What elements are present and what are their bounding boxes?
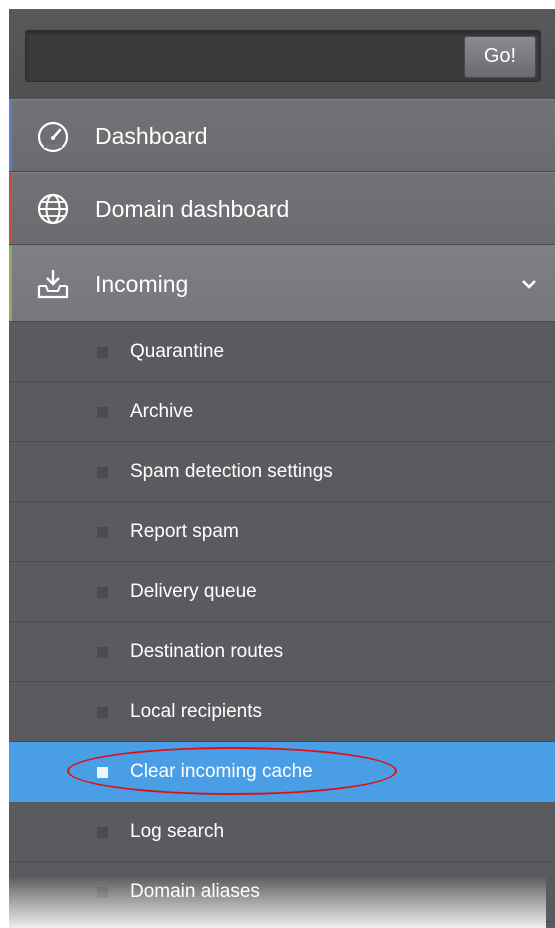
- nav-item-label: Dashboard: [95, 123, 208, 149]
- nav-item-dashboard[interactable]: Dashboard: [9, 99, 555, 172]
- submenu-item-spam-detection-settings[interactable]: Spam detection settings: [9, 442, 555, 502]
- submenu-item-domain-aliases[interactable]: Domain aliases: [9, 862, 555, 922]
- submenu-item-label: Local recipients: [130, 701, 263, 722]
- submenu-item-destination-routes[interactable]: Destination routes: [9, 622, 555, 682]
- bullet-icon: [97, 647, 108, 658]
- submenu-item-clear-incoming-cache[interactable]: Clear incoming cache: [9, 742, 555, 802]
- bullet-icon: [97, 407, 108, 418]
- incoming-submenu: Quarantine Archive Spam detection settin…: [9, 322, 555, 922]
- dashboard-gauge-icon: [37, 121, 69, 153]
- search-box: Go!: [25, 30, 541, 82]
- submenu-item-local-recipients[interactable]: Local recipients: [9, 682, 555, 742]
- bullet-icon: [97, 887, 108, 898]
- bullet-icon: [97, 587, 108, 598]
- submenu-item-label: Log search: [130, 821, 225, 842]
- submenu-item-label: Domain aliases: [130, 881, 260, 902]
- nav-accent-bar: [9, 173, 12, 244]
- nav-accent-bar: [9, 100, 12, 171]
- submenu-item-archive[interactable]: Archive: [9, 382, 555, 442]
- submenu-item-label: Archive: [130, 401, 194, 422]
- sidebar-panel: Go! Dashboard Domain dashboard Incoming …: [9, 9, 555, 928]
- submenu-item-label: Quarantine: [130, 341, 225, 362]
- submenu-item-log-search[interactable]: Log search: [9, 802, 555, 862]
- submenu-item-label: Clear incoming cache: [130, 761, 313, 782]
- nav-item-domain-dashboard[interactable]: Domain dashboard: [9, 172, 555, 245]
- search-bar: Go!: [9, 9, 555, 100]
- go-button[interactable]: Go!: [464, 36, 536, 78]
- submenu-item-delivery-queue[interactable]: Delivery queue: [9, 562, 555, 622]
- globe-icon: [37, 193, 69, 225]
- submenu-item-quarantine[interactable]: Quarantine: [9, 322, 555, 382]
- bullet-icon: [97, 827, 108, 838]
- nav-item-incoming[interactable]: Incoming: [9, 245, 555, 322]
- search-input[interactable]: [26, 31, 436, 81]
- nav-accent-bar: [9, 246, 12, 321]
- submenu-item-label: Report spam: [130, 521, 239, 542]
- chevron-down-icon[interactable]: [521, 276, 537, 292]
- incoming-tray-icon: [37, 270, 69, 299]
- nav-item-label: Incoming: [95, 271, 189, 297]
- bullet-icon: [97, 707, 108, 718]
- nav-item-label: Domain dashboard: [95, 196, 290, 222]
- submenu-item-label: Delivery queue: [130, 581, 257, 602]
- bullet-icon: [97, 767, 108, 778]
- bullet-icon: [97, 527, 108, 538]
- bullet-icon: [97, 347, 108, 358]
- bullet-icon: [97, 467, 108, 478]
- submenu-item-label: Spam detection settings: [130, 461, 333, 482]
- submenu-item-report-spam[interactable]: Report spam: [9, 502, 555, 562]
- submenu-item-label: Destination routes: [130, 641, 284, 662]
